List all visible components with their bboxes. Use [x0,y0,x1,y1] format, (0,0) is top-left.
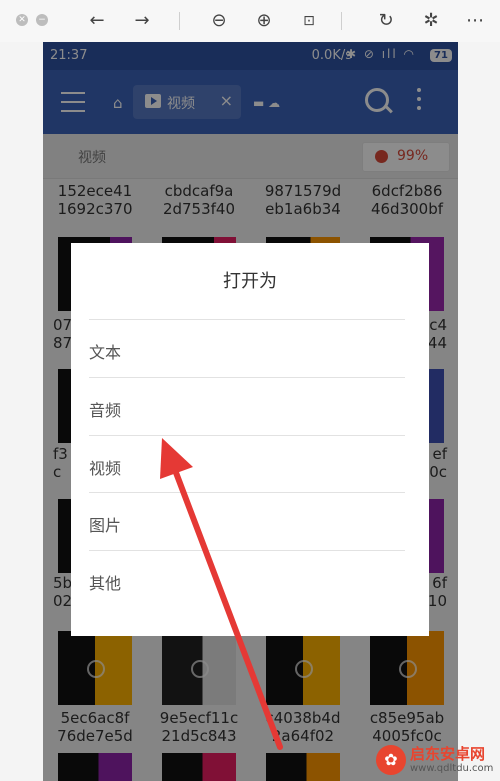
magic-wand-icon[interactable]: ✲ [418,9,444,33]
toolbar-divider [341,12,342,30]
red-pointer-arrow [160,438,283,750]
viewer-toolbar: ✕ − ← → ⊖ ⊕ ⊡ ↻ ✲ ⋯ [0,0,500,42]
fit-size-icon[interactable]: ⊡ [296,9,322,33]
watermark-name: 启东安卓网 [410,745,486,763]
phone-screen: 21:37 0.0K/s ✱ ⊘ ıll ◠ 71 ⌂ 视频 × ▬ ☁ 视频 … [43,42,458,781]
rotate-icon[interactable]: ↻ [373,9,399,33]
minimize-window-icon[interactable]: − [36,14,48,26]
zoom-in-icon[interactable]: ⊕ [251,9,277,33]
forward-arrow-icon[interactable]: → [129,9,155,33]
zoom-out-icon[interactable]: ⊖ [206,9,232,33]
watermark-logo: ✿ [376,745,406,775]
watermark: ✿ 启东安卓网 www.qdltdu.com [376,741,500,781]
more-options-icon[interactable]: ⋯ [462,9,488,33]
toolbar-divider [179,12,180,30]
back-arrow-icon[interactable]: ← [84,9,110,33]
watermark-url: www.qdltdu.com [410,763,494,774]
close-window-icon[interactable]: ✕ [16,14,28,26]
